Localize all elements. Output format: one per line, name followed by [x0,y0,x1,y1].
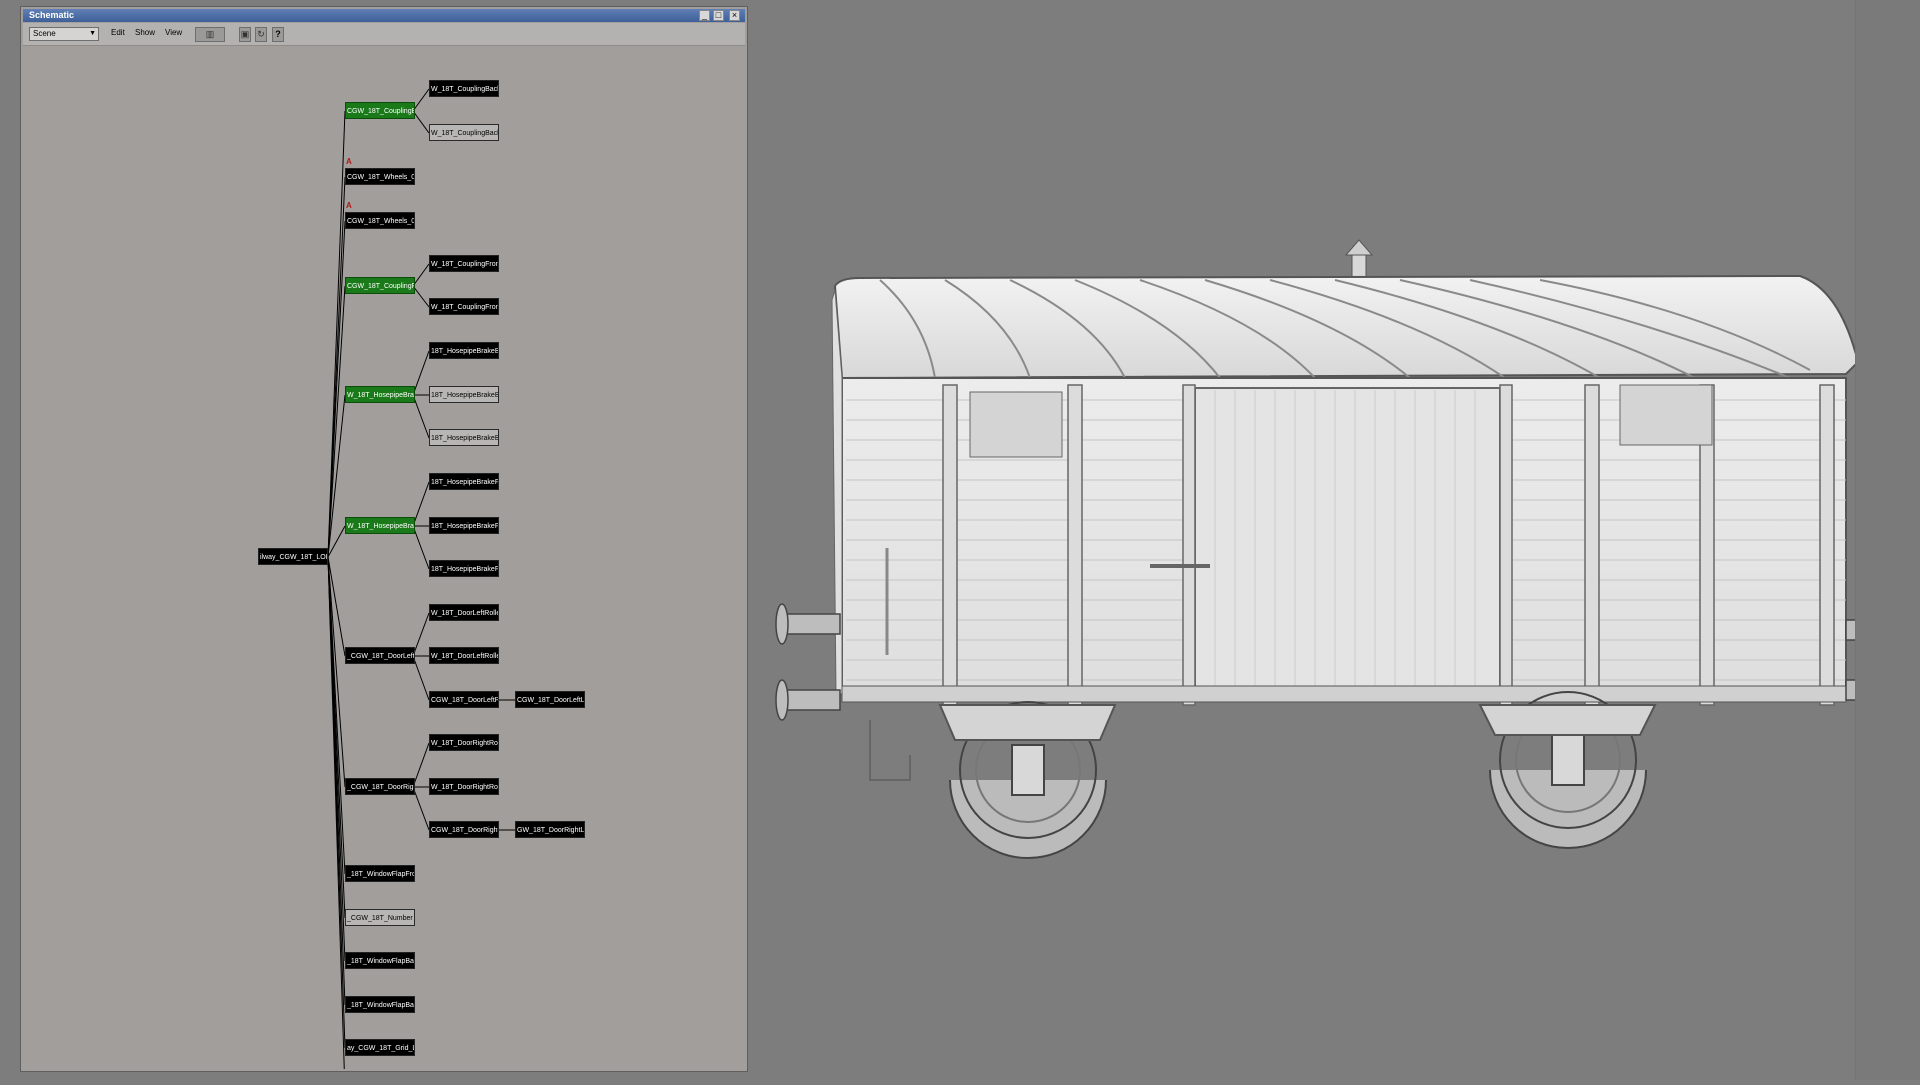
node-coupling-back-2[interactable]: W_18T_CouplingBack [429,124,499,141]
node-hosepipe-back-1[interactable]: 18T_HosepipeBrakeBa [429,342,499,359]
node-window-flap-back-1[interactable]: _18T_WindowFlapBa [345,952,415,969]
node-door-left[interactable]: _CGW_18T_DoorLeft [345,647,415,664]
restore-button[interactable]: □ [713,10,724,21]
node-door-left-2[interactable]: W_18T_DoorLeftRolle [429,647,499,664]
help-icon[interactable]: ? [272,27,284,42]
schematic-toolbar: Scene ▼ Edit Show View ▥ ▣ ↻ ? [23,23,745,46]
node-coupling-back[interactable]: CGW_18T_CouplingBa [345,102,415,119]
node-number[interactable]: _CGW_18T_Number [345,909,415,926]
lock-icon[interactable]: ▣ [239,27,251,42]
wagon-model [775,239,1887,859]
node-door-right-2[interactable]: W_18T_DoorRightRoll [429,778,499,795]
node-hosepipe-back-2[interactable]: 18T_HosepipeBrakeBa [429,386,499,403]
menu-view[interactable]: View [165,28,182,37]
node-hosepipe-front[interactable]: W_18T_HosepipeBrake [345,517,415,534]
node-window-flap-front-1[interactable]: _18T_WindowFlapFro [345,865,415,882]
node-door-right-1[interactable]: W_18T_DoorRightRolle [429,734,499,751]
node-door-right-3a[interactable]: GW_18T_DoorRightLo [515,821,585,838]
minimize-button[interactable]: _ [699,10,710,21]
node-coupling-front-2[interactable]: W_18T_CouplingFront [429,298,499,315]
schematic-window: Schematic _ □ × Scene ▼ Edit Show View ▥… [20,6,748,1072]
scene-dropdown[interactable]: Scene ▼ [29,27,99,41]
3d-viewport[interactable] [750,0,1887,1080]
menu-show[interactable]: Show [135,28,155,37]
node-door-right-3[interactable]: CGW_18T_DoorRightP [429,821,499,838]
animation-marker: A [346,201,352,210]
node-door-left-3a[interactable]: CGW_18T_DoorLeftLo [515,691,585,708]
viewport-side-strip [1855,0,1920,1080]
scene-dropdown-label: Scene [33,29,56,38]
node-hosepipe-front-3[interactable]: 18T_HosepipeBrakeFr [429,560,499,577]
node-grid[interactable]: ay_CGW_18T_Grid_L [345,1039,415,1056]
node-wheels-2[interactable]: CGW_18T_Wheels_0 [345,212,415,229]
node-hosepipe-front-1[interactable]: 18T_HosepipeBrakeFr [429,473,499,490]
node-hosepipe-front-2[interactable]: 18T_HosepipeBrakeFr [429,517,499,534]
layout-icon[interactable]: ▥ [195,27,225,42]
node-door-left-3[interactable]: CGW_18T_DoorLeftP [429,691,499,708]
node-door-right[interactable]: _CGW_18T_DoorRigh [345,778,415,795]
node-coupling-front[interactable]: CGW_18T_CouplingFr [345,277,415,294]
node-coupling-front-1[interactable]: W_18T_CouplingFront [429,255,499,272]
refresh-icon[interactable]: ↻ [255,27,267,42]
node-window-flap-back-2[interactable]: _18T_WindowFlapBac [345,996,415,1013]
node-hosepipe-back[interactable]: W_18T_HosepipeBrake [345,386,415,403]
window-title: Schematic [29,10,75,20]
close-button[interactable]: × [729,10,740,21]
schematic-canvas[interactable]: ilway_CGW_18T_LOD CGW_18T_CouplingBa W_1… [23,46,745,1069]
menu-edit[interactable]: Edit [111,28,125,37]
chevron-down-icon: ▼ [89,30,96,37]
node-coupling-back-1[interactable]: W_18T_CouplingBack [429,80,499,97]
node-root[interactable]: ilway_CGW_18T_LOD [258,548,328,565]
node-wheels-1[interactable]: CGW_18T_Wheels_0 [345,168,415,185]
title-bar[interactable]: Schematic _ □ × [23,9,745,22]
node-door-left-1[interactable]: W_18T_DoorLeftRolle [429,604,499,621]
node-hosepipe-back-3[interactable]: 18T_HosepipeBrakeBa [429,429,499,446]
animation-marker: A [346,157,352,166]
